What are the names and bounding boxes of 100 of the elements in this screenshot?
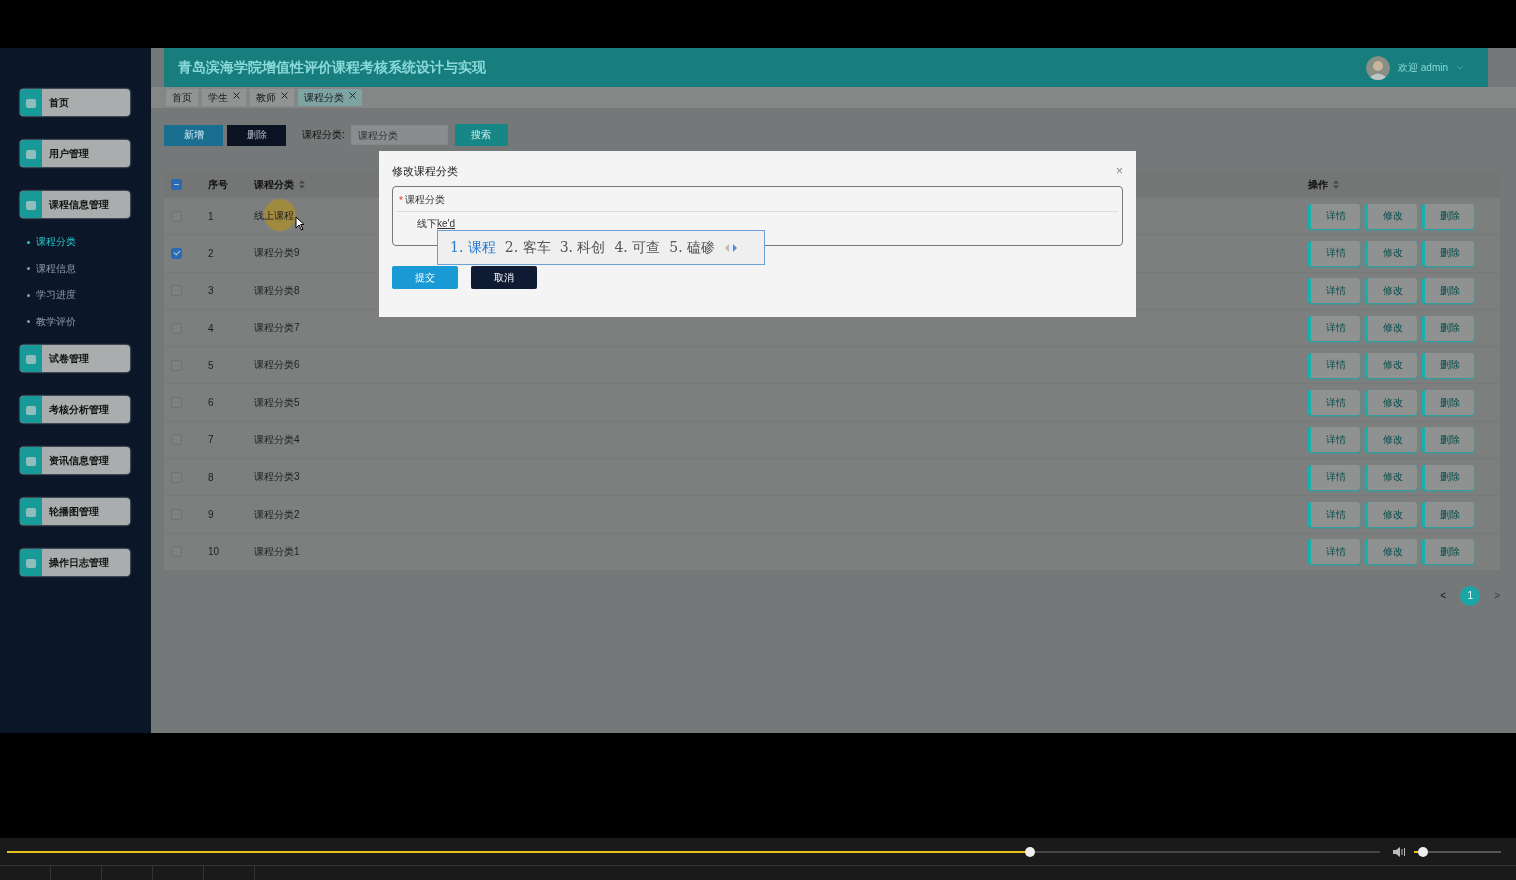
- column-header[interactable]: 课程分类: [254, 177, 294, 192]
- row-action-button[interactable]: 详情: [1308, 315, 1360, 341]
- add-button[interactable]: 新增: [164, 124, 223, 146]
- column-header: 序号: [208, 177, 228, 192]
- row-action-button[interactable]: 修改: [1365, 427, 1417, 453]
- table-cell: 8: [208, 471, 214, 483]
- tab[interactable]: 学生: [202, 89, 246, 106]
- table-cell: 课程分类2: [254, 507, 300, 522]
- row-action-button[interactable]: 删除: [1422, 352, 1474, 378]
- close-button[interactable]: ×: [1116, 164, 1123, 178]
- menu-item[interactable]: 课程信息管理: [20, 191, 130, 218]
- delete-button[interactable]: 删除: [227, 124, 286, 146]
- table-cell: 3: [208, 285, 214, 297]
- app-title: 青岛滨海学院增值性评价课程考核系统设计与实现: [178, 58, 486, 77]
- submenu-item[interactable]: 课程信息: [27, 255, 76, 282]
- menu-item[interactable]: 资讯信息管理: [20, 447, 130, 474]
- row-action-button[interactable]: 修改: [1365, 352, 1417, 378]
- search-button[interactable]: 搜索: [454, 124, 508, 146]
- table-cell: 课程分类8: [254, 283, 300, 298]
- avatar-icon: [1366, 55, 1390, 80]
- menu-item[interactable]: 轮播图管理: [20, 498, 130, 525]
- caret-icon: [1456, 65, 1464, 70]
- ime-candidate[interactable]: 1. 课程: [450, 238, 496, 257]
- table-cell: 4: [208, 322, 214, 334]
- row-action-button[interactable]: 修改: [1365, 240, 1417, 266]
- table-cell: 9: [208, 509, 214, 520]
- table-cell: 课程分类6: [254, 358, 300, 373]
- table-cell: 课程分类9: [254, 246, 300, 261]
- ime-candidate[interactable]: 5. 磕碜: [669, 238, 716, 257]
- row-action-button[interactable]: 修改: [1365, 539, 1417, 565]
- table-cell: 课程分类5: [254, 395, 300, 410]
- row-checkbox[interactable]: [171, 247, 182, 259]
- field-label: 课程分类: [404, 193, 445, 207]
- table-cell: 课程分类4: [254, 432, 300, 447]
- row-action-button[interactable]: 删除: [1422, 240, 1474, 266]
- ime-candidate[interactable]: 3. 科创: [559, 238, 606, 257]
- table-cell: 课程分类7: [254, 321, 300, 336]
- row-action-button[interactable]: 详情: [1308, 539, 1360, 565]
- previous-page[interactable]: <: [1440, 590, 1447, 602]
- tab[interactable]: 课程分类: [298, 89, 362, 106]
- row-action-button[interactable]: 删除: [1422, 315, 1474, 341]
- menu-icon: [25, 505, 37, 518]
- row-action-button[interactable]: 详情: [1308, 390, 1360, 416]
- submit-button[interactable]: 提交: [392, 266, 458, 289]
- row-action-button[interactable]: 删除: [1422, 539, 1474, 565]
- progress-handle[interactable]: [1024, 846, 1035, 857]
- ime-candidate[interactable]: 4. 可查: [614, 238, 661, 257]
- row-action-button[interactable]: 详情: [1308, 464, 1360, 490]
- row-action-button[interactable]: 删除: [1422, 427, 1474, 453]
- search-field[interactable]: 课程分类: [350, 125, 448, 145]
- input-field[interactable]: 线下ke'd: [397, 212, 1118, 233]
- pointer-icon: [295, 216, 305, 231]
- submenu-item[interactable]: 课程分类: [27, 229, 76, 256]
- row-action-button[interactable]: 修改: [1365, 315, 1417, 341]
- table-cell: 10: [208, 546, 220, 558]
- select-all-checkbox[interactable]: [171, 179, 182, 190]
- volume-icon: [1392, 845, 1408, 858]
- row-action-button[interactable]: 详情: [1308, 240, 1360, 266]
- row-action-button[interactable]: 详情: [1308, 278, 1360, 304]
- row-action-button[interactable]: 修改: [1365, 203, 1417, 229]
- column-header[interactable]: 操作: [1308, 177, 1328, 192]
- table-cell: 课程分类3: [254, 470, 300, 485]
- tab[interactable]: 教师: [250, 89, 294, 106]
- row-action-button[interactable]: 删除: [1422, 502, 1474, 527]
- required-mark: *: [399, 194, 403, 206]
- submenu-item[interactable]: 学习进度: [27, 282, 76, 309]
- submenu-item[interactable]: 教学评价: [27, 308, 76, 335]
- row-action-button[interactable]: 修改: [1365, 502, 1417, 527]
- user-greeting[interactable]: 欢迎 admin: [1398, 60, 1448, 75]
- row-action-button[interactable]: 详情: [1308, 352, 1360, 378]
- row-action-button[interactable]: 删除: [1422, 203, 1474, 229]
- menu-item[interactable]: 操作日志管理: [20, 549, 130, 576]
- row-action-button[interactable]: 修改: [1365, 464, 1417, 490]
- row-action-button[interactable]: 删除: [1422, 278, 1474, 304]
- page-number[interactable]: 1: [1460, 585, 1481, 606]
- volume-handle[interactable]: [1417, 846, 1428, 857]
- menu-icon: [25, 556, 37, 569]
- ime-candidate[interactable]: 2. 客车: [504, 238, 551, 257]
- row-action-button[interactable]: 修改: [1365, 278, 1417, 304]
- page-arrows-icon: [724, 242, 739, 253]
- table-cell: 课程分类1: [254, 544, 300, 559]
- row-action-button[interactable]: 删除: [1422, 390, 1474, 416]
- table-cell: 1: [208, 210, 214, 222]
- row-action-button[interactable]: 详情: [1308, 203, 1360, 229]
- row-action-button[interactable]: 修改: [1365, 390, 1417, 416]
- tab[interactable]: 首页: [166, 89, 198, 106]
- menu-item[interactable]: 考核分析管理: [20, 396, 130, 423]
- row-action-button[interactable]: 详情: [1308, 502, 1360, 527]
- menu-item[interactable]: 用户管理: [20, 140, 130, 167]
- row-action-button[interactable]: 详情: [1308, 427, 1360, 453]
- next-page[interactable]: >: [1494, 590, 1500, 602]
- table-cell: 5: [208, 359, 214, 371]
- menu-item[interactable]: 首页: [20, 89, 130, 116]
- menu-item[interactable]: 试卷管理: [20, 345, 130, 372]
- table-cell: 6: [208, 397, 214, 409]
- search-label: 课程分类:: [302, 128, 345, 142]
- menu-icon: [25, 96, 37, 109]
- cancel-button[interactable]: 取消: [471, 266, 537, 289]
- row-action-button[interactable]: 删除: [1422, 464, 1474, 490]
- table-cell: 2: [208, 247, 214, 259]
